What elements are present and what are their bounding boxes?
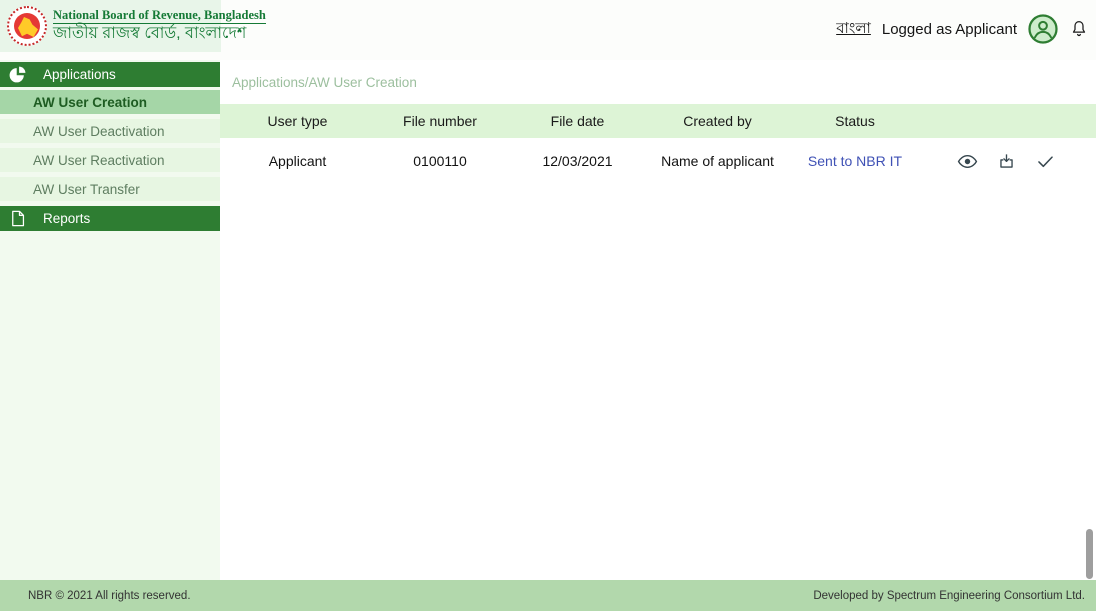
sidebar-section-label: Reports [43,211,90,226]
top-bar: National Board of Revenue, Bangladesh জা… [0,0,1096,60]
column-header-status: Status [785,113,925,129]
sidebar-item-aw-user-creation[interactable]: AW User Creation [0,90,220,114]
column-header-file-number: File number [375,113,505,129]
sidebar-navigation: Applications AW User Creation AW User De… [0,60,220,580]
logo-title-bengali: জাতীয় রাজস্ব বোর্ড, বাংলাদেশ [53,25,266,43]
column-header-file-date: File date [505,113,650,129]
footer-developer-credit: Developed by Spectrum Engineering Consor… [813,590,1085,602]
notifications-bell-button[interactable] [1069,18,1089,40]
footer-copyright: NBR © 2021 All rights reserved. [28,590,191,602]
logo-title-english: National Board of Revenue, Bangladesh [53,8,266,24]
cell-file-date: 12/03/2021 [505,153,650,169]
sidebar-section-reports[interactable]: Reports [0,206,220,231]
vertical-scrollbar-thumb[interactable] [1085,528,1094,580]
document-icon [8,209,27,228]
top-bar-right: বাংলা Logged as Applicant [836,0,1089,58]
language-toggle-link[interactable]: বাংলা [836,17,871,42]
column-header-created-by: Created by [650,113,785,129]
row-actions [925,151,1096,172]
sidebar-item-aw-user-transfer[interactable]: AW User Transfer [0,177,220,201]
sidebar-item-label: AW User Deactivation [33,124,165,139]
column-header-user-type: User type [220,113,375,129]
sidebar-item-label: AW User Transfer [33,182,140,197]
sidebar-item-label: AW User Reactivation [33,153,165,168]
footer-bar: NBR © 2021 All rights reserved. Develope… [0,580,1096,611]
breadcrumb: Applications/AW User Creation [232,75,417,90]
cell-status-link[interactable]: Sent to NBR IT [785,153,925,169]
table-row: Applicant 0100110 12/03/2021 Name of app… [220,138,1096,184]
sidebar-item-label: AW User Creation [33,95,147,110]
approve-check-icon[interactable] [1035,151,1056,172]
bell-icon [1069,18,1089,40]
cell-user-type: Applicant [220,153,375,169]
download-icon[interactable] [997,152,1016,171]
cell-file-number: 0100110 [375,153,505,169]
sidebar-section-applications[interactable]: Applications [0,62,220,87]
user-avatar-button[interactable] [1028,14,1058,44]
cell-created-by: Name of applicant [650,153,785,169]
nbr-logo-block: National Board of Revenue, Bangladesh জা… [0,0,221,52]
main-content: Applications/AW User Creation User type … [220,60,1096,580]
sidebar-item-aw-user-deactivation[interactable]: AW User Deactivation [0,119,220,143]
view-eye-icon[interactable] [957,151,978,172]
sidebar-item-aw-user-reactivation[interactable]: AW User Reactivation [0,148,220,172]
pie-chart-icon [8,65,27,84]
user-avatar-icon [1028,14,1058,44]
table-header-row: User type File number File date Created … [220,104,1096,138]
logged-as-label: Logged as Applicant [882,21,1017,38]
sidebar-section-label: Applications [43,67,116,82]
logo-text: National Board of Revenue, Bangladesh জা… [53,8,266,44]
nbr-emblem-logo [7,6,47,46]
